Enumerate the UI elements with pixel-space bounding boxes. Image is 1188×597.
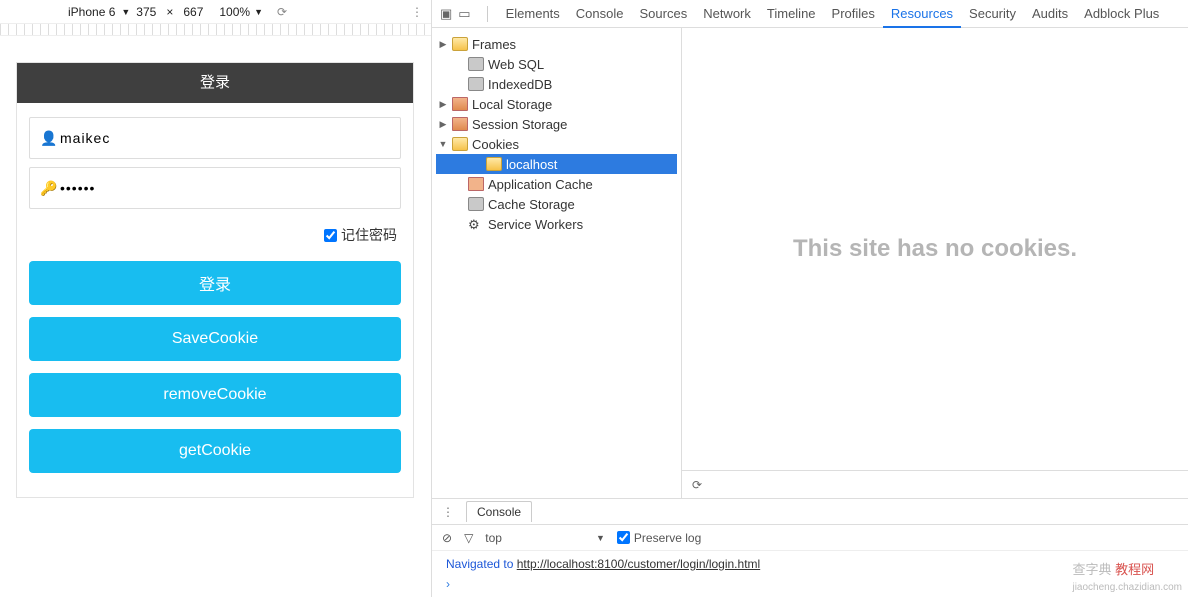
inspect-icon[interactable]: ▣ <box>440 6 452 22</box>
kebab-icon[interactable]: ⋮ <box>411 5 423 19</box>
tab-network[interactable]: Network <box>695 0 759 28</box>
kebab-icon[interactable]: ⋮ <box>442 505 454 519</box>
device-selector[interactable]: iPhone 6 ▼ <box>68 5 130 19</box>
password-row[interactable]: 🔑 <box>29 167 401 209</box>
storage-icon <box>452 97 468 111</box>
tab-security[interactable]: Security <box>961 0 1024 28</box>
remember-label: 记住密码 <box>341 225 397 245</box>
save-cookie-button[interactable]: SaveCookie <box>29 317 401 361</box>
device-frame: 登录 👤 🔑 记住密码 登录 SaveCookie removeCookie g… <box>16 62 414 498</box>
tree-cookies-localhost[interactable]: localhost <box>436 154 677 174</box>
key-icon: 🔑 <box>40 180 54 197</box>
resources-tree: ▶Frames Web SQL IndexedDB ▶Local Storage… <box>432 28 682 498</box>
device-mode-icon[interactable]: ▭ <box>458 6 470 22</box>
device-toolbar: iPhone 6 ▼ 375 × 667 100% ▼ ⟳ ⋮ <box>0 0 431 24</box>
no-cookies-message: This site has no cookies. <box>682 28 1188 470</box>
console-message: Navigated to http://localhost:8100/custo… <box>446 557 1174 571</box>
clear-console-icon[interactable]: ⊘ <box>442 531 452 545</box>
dimension-x: × <box>166 5 173 19</box>
nav-label: Navigated to <box>446 557 517 571</box>
preserve-log-checkbox[interactable] <box>617 531 630 544</box>
folder-icon <box>452 37 468 51</box>
username-row[interactable]: 👤 <box>29 117 401 159</box>
get-cookie-button[interactable]: getCookie <box>29 429 401 473</box>
login-button[interactable]: 登录 <box>29 261 401 305</box>
watermark: 查字典 教程网 jiaocheng.chazidian.com <box>1072 559 1182 593</box>
ruler <box>0 24 431 36</box>
storage-icon <box>452 117 468 131</box>
filter-icon[interactable]: ▽ <box>464 531 473 545</box>
tab-resources[interactable]: Resources <box>883 0 961 28</box>
tree-cookies[interactable]: ▼Cookies <box>436 134 677 154</box>
zoom-selector[interactable]: 100% ▼ <box>219 5 263 19</box>
zoom-value: 100% <box>219 5 250 19</box>
nav-url[interactable]: http://localhost:8100/customer/login/log… <box>517 557 760 571</box>
appcache-icon <box>468 177 484 191</box>
tab-audits[interactable]: Audits <box>1024 0 1076 28</box>
tab-console[interactable]: Console <box>568 0 632 28</box>
tree-cachestorage[interactable]: Cache Storage <box>436 194 677 214</box>
chevron-down-icon: ▼ <box>596 533 605 543</box>
database-icon <box>468 197 484 211</box>
refresh-icon[interactable]: ⟳ <box>692 478 702 492</box>
device-name: iPhone 6 <box>68 5 115 19</box>
app-header: 登录 <box>17 63 413 103</box>
tab-adblock[interactable]: Adblock Plus <box>1076 0 1167 28</box>
remember-checkbox[interactable] <box>324 229 337 242</box>
tree-serviceworkers[interactable]: Service Workers <box>436 214 677 234</box>
password-input[interactable] <box>60 180 390 196</box>
console-drawer-tab[interactable]: Console <box>466 501 532 522</box>
scope-selector[interactable]: top ▼ <box>485 531 605 545</box>
device-width[interactable]: 375 <box>136 5 156 19</box>
detail-toolbar: ⟳ <box>682 470 1188 498</box>
gear-icon <box>468 217 484 231</box>
tree-indexeddb[interactable]: IndexedDB <box>436 74 677 94</box>
tab-elements[interactable]: Elements <box>498 0 568 28</box>
cookie-icon <box>486 157 502 171</box>
devtools-tab-bar: ▣ ▭ Elements Console Sources Network Tim… <box>432 0 1188 28</box>
tree-frames[interactable]: ▶Frames <box>436 34 677 54</box>
tree-localstorage[interactable]: ▶Local Storage <box>436 94 677 114</box>
cookie-icon <box>452 137 468 151</box>
tab-timeline[interactable]: Timeline <box>759 0 824 28</box>
username-input[interactable] <box>60 130 390 146</box>
tree-appcache[interactable]: Application Cache <box>436 174 677 194</box>
preserve-log[interactable]: Preserve log <box>617 531 701 545</box>
remove-cookie-button[interactable]: removeCookie <box>29 373 401 417</box>
console-prompt[interactable]: › <box>446 577 1174 591</box>
tree-sessionstorage[interactable]: ▶Session Storage <box>436 114 677 134</box>
tab-profiles[interactable]: Profiles <box>824 0 883 28</box>
database-icon <box>468 77 484 91</box>
user-icon: 👤 <box>40 130 54 147</box>
device-height[interactable]: 667 <box>183 5 203 19</box>
chevron-down-icon: ▼ <box>254 7 263 17</box>
chevron-down-icon: ▼ <box>121 7 130 17</box>
database-icon <box>468 57 484 71</box>
tab-sources[interactable]: Sources <box>632 0 696 28</box>
tree-websql[interactable]: Web SQL <box>436 54 677 74</box>
rotate-icon[interactable]: ⟳ <box>277 5 287 19</box>
